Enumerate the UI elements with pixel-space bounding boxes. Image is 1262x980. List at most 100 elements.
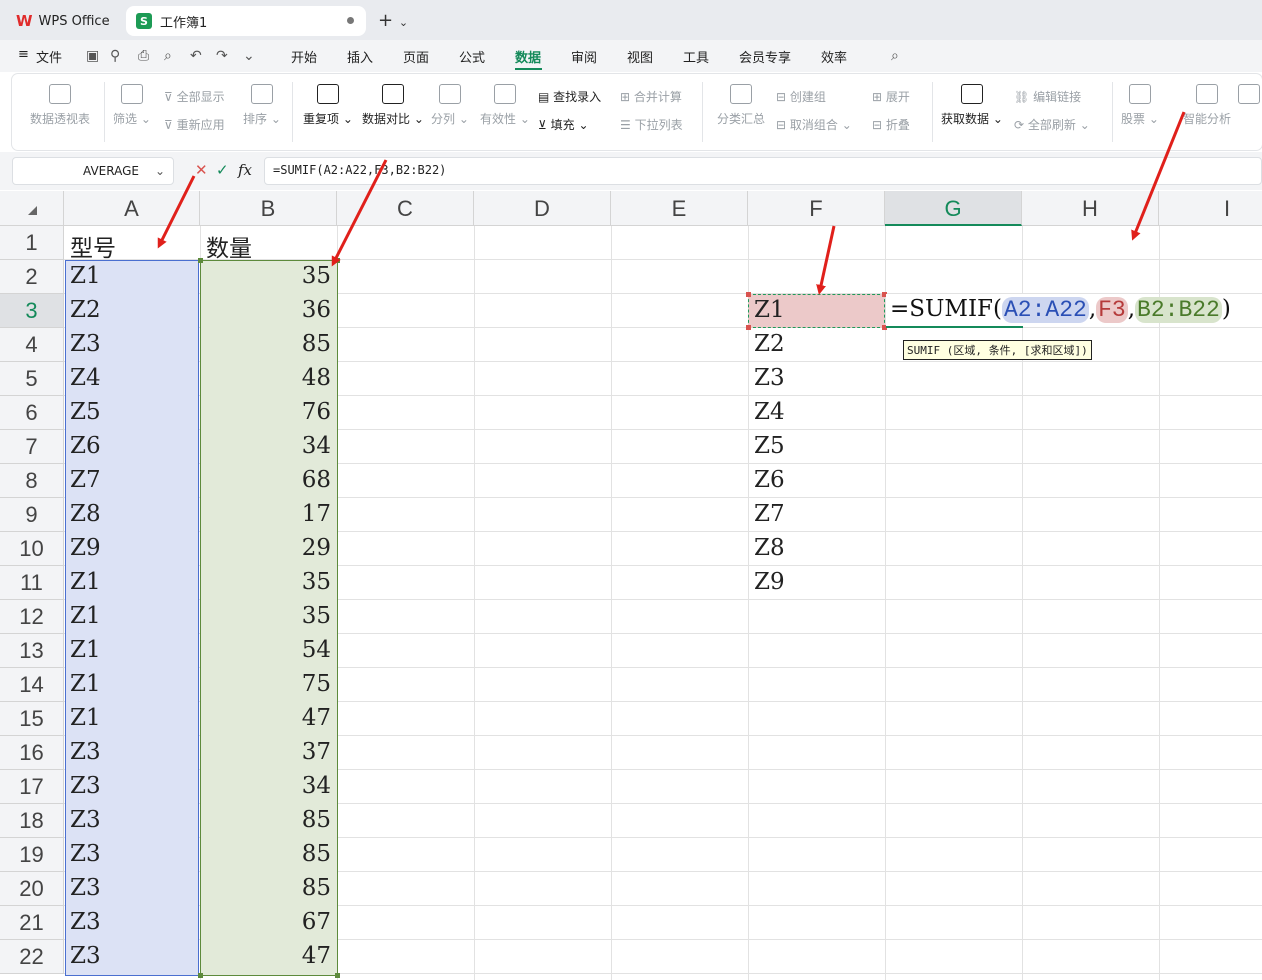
- row-header-3[interactable]: 3: [0, 294, 64, 328]
- row-header-16[interactable]: 16: [0, 736, 64, 770]
- cell-b1[interactable]: 数量: [201, 226, 337, 262]
- cell-b14[interactable]: 75: [201, 668, 337, 702]
- menu-insert[interactable]: 插入: [347, 47, 373, 66]
- cell-a21[interactable]: Z3: [65, 906, 200, 940]
- find-input-button[interactable]: ▤ 查找录入: [538, 88, 601, 105]
- split-column-button[interactable]: 分列 ⌄: [426, 84, 474, 127]
- edit-links-button[interactable]: ⛓ 编辑链接: [1014, 88, 1081, 105]
- menu-page[interactable]: 页面: [403, 47, 429, 66]
- print-preview-icon[interactable]: ⌕: [164, 48, 172, 64]
- more-ribbon-button[interactable]: [1236, 84, 1262, 110]
- menu-member[interactable]: 会员专享: [739, 47, 791, 66]
- name-box[interactable]: AVERAGE ⌄: [12, 157, 174, 185]
- cell-a2[interactable]: Z1: [65, 260, 200, 294]
- cell-a13[interactable]: Z1: [65, 634, 200, 668]
- chevron-down-icon[interactable]: ⌄: [243, 48, 255, 64]
- new-tab-button[interactable]: + ⌄: [378, 10, 408, 31]
- row-header-1[interactable]: 1: [0, 226, 64, 260]
- column-header-a[interactable]: A: [64, 191, 200, 226]
- cell-a6[interactable]: Z5: [65, 396, 200, 430]
- undo-icon[interactable]: ↶: [190, 48, 202, 64]
- confirm-icon[interactable]: ✓: [216, 161, 229, 179]
- column-header-c[interactable]: C: [337, 191, 474, 226]
- cell-b20[interactable]: 85: [201, 872, 337, 906]
- cell-b10[interactable]: 29: [201, 532, 337, 566]
- menu-data[interactable]: 数据: [515, 47, 541, 66]
- show-all-button[interactable]: ⊽ 全部显示: [164, 88, 225, 105]
- cell-b22[interactable]: 47: [201, 940, 337, 974]
- row-header-8[interactable]: 8: [0, 464, 64, 498]
- merge-calc-button[interactable]: ⊞ 合并计算: [620, 88, 682, 105]
- expand-button[interactable]: ⊞ 展开: [872, 88, 910, 105]
- menu-efficiency[interactable]: 效率: [821, 47, 847, 66]
- column-header-b[interactable]: B: [200, 191, 337, 226]
- menu-start[interactable]: 开始: [291, 47, 317, 66]
- cell-a3[interactable]: Z2: [65, 294, 200, 328]
- menu-tools[interactable]: 工具: [683, 47, 709, 66]
- menu-file[interactable]: 文件: [36, 47, 62, 66]
- reapply-button[interactable]: ⊽ 重新应用: [164, 116, 225, 133]
- cell-b3[interactable]: 36: [201, 294, 337, 328]
- create-group-button[interactable]: ⊟ 创建组: [776, 88, 826, 105]
- hamburger-icon[interactable]: ≡: [18, 47, 29, 62]
- cell-a4[interactable]: Z3: [65, 328, 200, 362]
- ungroup-button[interactable]: ⊟ 取消组合 ⌄: [776, 116, 852, 133]
- column-header-g[interactable]: G: [885, 191, 1022, 226]
- row-header-18[interactable]: 18: [0, 804, 64, 838]
- cell-a10[interactable]: Z9: [65, 532, 200, 566]
- cell-a16[interactable]: Z3: [65, 736, 200, 770]
- cell-a18[interactable]: Z3: [65, 804, 200, 838]
- chevron-down-icon[interactable]: ⌄: [399, 16, 408, 29]
- collapse-button[interactable]: ⊟ 折叠: [872, 116, 910, 133]
- cell-b19[interactable]: 85: [201, 838, 337, 872]
- search-icon[interactable]: ⌕: [891, 48, 899, 64]
- column-header-d[interactable]: D: [474, 191, 611, 226]
- refresh-all-button[interactable]: ⟳ 全部刷新 ⌄: [1014, 116, 1090, 133]
- in-cell-formula[interactable]: =SUMIF(A2:A22,F3,B2:B22): [890, 296, 1231, 323]
- row-header-12[interactable]: 12: [0, 600, 64, 634]
- save-icon[interactable]: ▣: [86, 48, 99, 64]
- row-header-10[interactable]: 10: [0, 532, 64, 566]
- cell-b5[interactable]: 48: [201, 362, 337, 396]
- cell-a8[interactable]: Z7: [65, 464, 200, 498]
- row-header-2[interactable]: 2: [0, 260, 64, 294]
- stocks-button[interactable]: 股票 ⌄: [1112, 84, 1168, 127]
- print-icon[interactable]: ⎙: [138, 48, 149, 64]
- validity-button[interactable]: 有效性 ⌄: [476, 84, 534, 127]
- sort-button[interactable]: 排序 ⌄: [234, 84, 290, 127]
- cell-a1[interactable]: 型号: [65, 226, 200, 262]
- share-icon[interactable]: ⚲: [110, 48, 120, 64]
- cell-a19[interactable]: Z3: [65, 838, 200, 872]
- cell-f9[interactable]: Z7: [749, 498, 885, 532]
- cell-a7[interactable]: Z6: [65, 430, 200, 464]
- menu-formula[interactable]: 公式: [459, 47, 485, 66]
- row-header-20[interactable]: 20: [0, 872, 64, 906]
- row-header-14[interactable]: 14: [0, 668, 64, 702]
- chevron-down-icon[interactable]: ⌄: [155, 164, 165, 178]
- cell-b12[interactable]: 35: [201, 600, 337, 634]
- cell-b15[interactable]: 47: [201, 702, 337, 736]
- row-header-7[interactable]: 7: [0, 430, 64, 464]
- row-header-11[interactable]: 11: [0, 566, 64, 600]
- dropdown-list-button[interactable]: ☰ 下拉列表: [620, 116, 683, 133]
- cell-b16[interactable]: 37: [201, 736, 337, 770]
- cell-a22[interactable]: Z3: [65, 940, 200, 974]
- cell-f11[interactable]: Z9: [749, 566, 885, 600]
- row-header-6[interactable]: 6: [0, 396, 64, 430]
- data-compare-button[interactable]: 数据对比 ⌄: [358, 84, 428, 127]
- row-header-4[interactable]: 4: [0, 328, 64, 362]
- cell-a11[interactable]: Z1: [65, 566, 200, 600]
- cell-f5[interactable]: Z3: [749, 362, 885, 396]
- column-header-h[interactable]: H: [1022, 191, 1159, 226]
- cell-f7[interactable]: Z5: [749, 430, 885, 464]
- menu-view[interactable]: 视图: [627, 47, 653, 66]
- smart-analysis-button[interactable]: 智能分析: [1174, 84, 1240, 127]
- cell-b21[interactable]: 67: [201, 906, 337, 940]
- row-header-13[interactable]: 13: [0, 634, 64, 668]
- cancel-icon[interactable]: ✕: [195, 161, 208, 179]
- cell-a20[interactable]: Z3: [65, 872, 200, 906]
- function-icon[interactable]: fx: [238, 161, 252, 179]
- unsaved-dot-icon[interactable]: [347, 17, 354, 24]
- row-header-5[interactable]: 5: [0, 362, 64, 396]
- select-all-corner[interactable]: [0, 191, 64, 226]
